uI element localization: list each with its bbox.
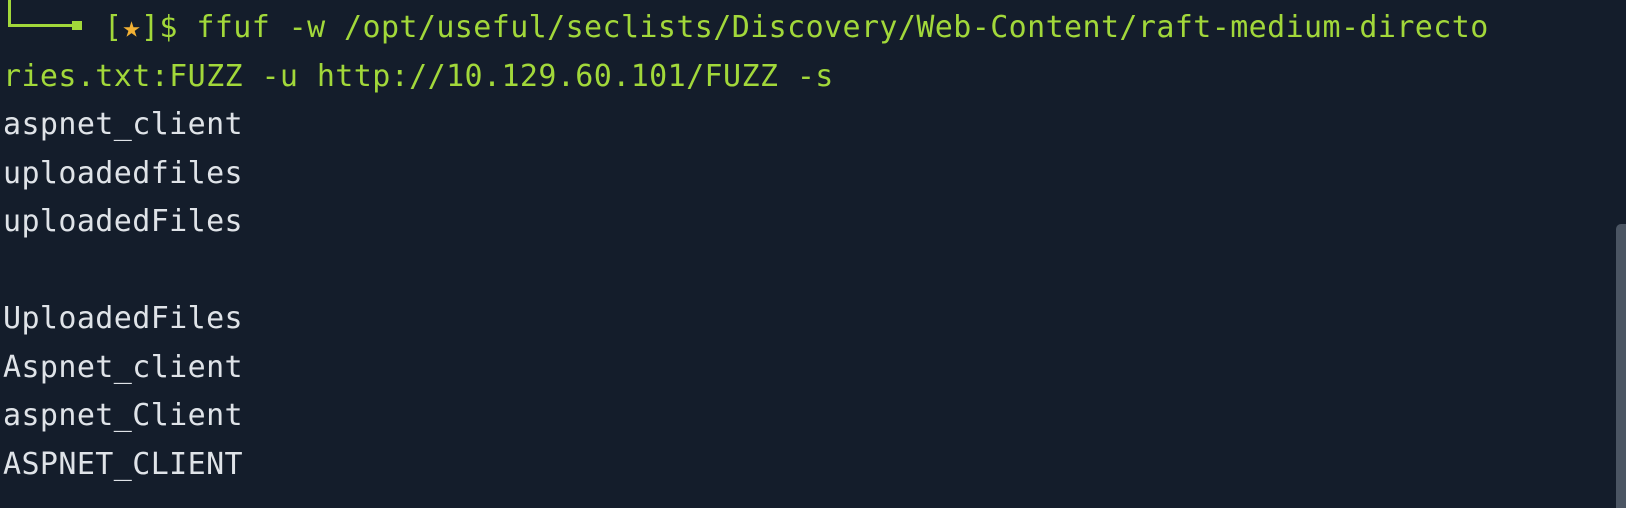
command-text-wrapped: ries.txt:FUZZ -u http://10.129.60.101/FU… — [3, 59, 834, 94]
prompt-tree-connector-icon — [8, 0, 82, 30]
output-line: Aspnet_client — [3, 350, 243, 385]
prompt-star-icon: ★ — [122, 10, 141, 45]
prompt-line: [★]$ ffuf -w /opt/useful/seclists/Discov… — [104, 3, 1489, 53]
prompt-close-bracket: ]$ — [140, 10, 178, 45]
output-line: aspnet_Client — [3, 398, 243, 433]
prompt-open-bracket: [ — [104, 10, 123, 45]
output-line: ASPNET_CLIENT — [3, 447, 243, 482]
output-line: uploadedfiles — [3, 156, 243, 191]
terminal-window[interactable]: [★]$ ffuf -w /opt/useful/seclists/Discov… — [0, 0, 1626, 508]
output-line: uploadedFiles — [3, 204, 243, 239]
output-line: aspnet_client — [3, 107, 243, 142]
vertical-scrollbar[interactable] — [1616, 224, 1626, 508]
command-text: ffuf -w /opt/useful/seclists/Discovery/W… — [196, 10, 1489, 45]
output-line: UploadedFiles — [3, 301, 243, 336]
